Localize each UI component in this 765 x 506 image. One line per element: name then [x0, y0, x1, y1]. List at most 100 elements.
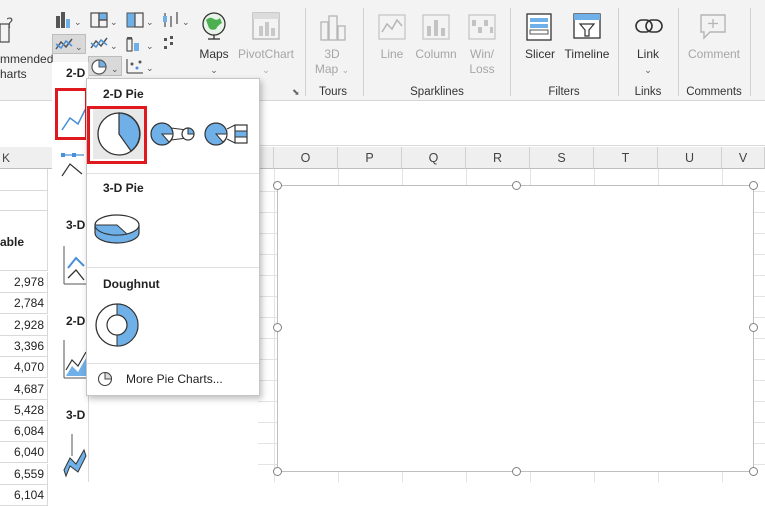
recommended-charts-icon[interactable]: ?	[0, 14, 14, 44]
timeline-icon[interactable]	[572, 12, 602, 42]
resize-handle-middle-left[interactable]	[273, 323, 282, 332]
2d-area-icon[interactable]	[60, 334, 88, 384]
3d-map-label-text: Map	[314, 62, 339, 76]
slicer-icon[interactable]	[525, 12, 553, 42]
3d-area-icon[interactable]	[60, 430, 88, 482]
group-label-tours: Tours	[318, 86, 348, 98]
dropdown-separator	[87, 173, 259, 174]
column-header-v[interactable]: V	[722, 147, 765, 169]
column-header-u[interactable]: U	[658, 147, 722, 169]
value-cell[interactable]: 3,396	[0, 335, 48, 357]
value-cell[interactable]: 6,104	[0, 485, 48, 506]
pie-small-icon	[97, 371, 113, 387]
sparkline-winloss-label-line2[interactable]: Loss	[462, 62, 502, 77]
comment-label[interactable]: Comment	[682, 47, 746, 62]
formula-bar[interactable]	[258, 117, 765, 146]
gallery-section-2d-area: 2-D	[66, 314, 86, 328]
column-header-o[interactable]: O	[274, 147, 338, 169]
statistic-chart-button[interactable]: ⌄	[88, 34, 122, 54]
maps-label[interactable]: Maps	[196, 47, 232, 62]
group-label-filters: Filters	[548, 86, 580, 98]
svg-text:⌄: ⌄	[182, 17, 190, 27]
pie-of-pie-option[interactable]	[149, 121, 197, 147]
column-header-n-partial[interactable]	[258, 147, 274, 169]
3d-pie-option[interactable]	[93, 207, 141, 247]
charts-dialog-launcher-icon[interactable]: ⬊	[292, 87, 300, 98]
pivotchart-chevron: ⌄	[262, 65, 270, 75]
cell-k1[interactable]	[0, 169, 48, 191]
value-cell[interactable]: 2,978	[0, 272, 48, 293]
pivotchart-label[interactable]: PivotChart	[234, 47, 298, 62]
more-pie-charts-label: More Pie Charts...	[126, 372, 223, 386]
charts-label[interactable]: harts	[0, 67, 50, 82]
value-cell[interactable]: 6,040	[0, 442, 48, 464]
3d-map-icon[interactable]	[318, 12, 348, 42]
line-with-markers-icon[interactable]	[60, 150, 86, 180]
value-cell[interactable]: 2,928	[0, 314, 48, 336]
section-2d-pie: 2-D Pie	[103, 87, 144, 101]
sparkline-column-label[interactable]: Column	[412, 47, 460, 62]
sparkline-column-icon[interactable]	[422, 14, 450, 40]
value-cell[interactable]: 4,070	[0, 357, 48, 379]
ribbon-separator	[750, 8, 751, 96]
ribbon-separator	[305, 8, 306, 96]
combo-chart-button[interactable]: ⌄	[124, 34, 158, 54]
sparkline-line-label[interactable]: Line	[372, 47, 412, 62]
svg-text:⌄: ⌄	[146, 17, 154, 27]
left-highlight-box	[55, 88, 88, 140]
waterfall-chart-button[interactable]: ⌄	[124, 10, 158, 30]
3d-map-label-line1[interactable]: 3D	[312, 47, 352, 62]
column-header-k[interactable]: K	[0, 147, 52, 169]
svg-text:⌄: ⌄	[110, 17, 118, 27]
chart-placeholder[interactable]	[277, 185, 754, 472]
resize-handle-middle-right[interactable]	[749, 323, 758, 332]
3d-line-icon[interactable]	[60, 238, 88, 288]
more-pie-charts-link[interactable]: More Pie Charts...	[97, 369, 257, 389]
gallery-section-3d-area: 3-D	[66, 408, 86, 422]
bar-of-pie-option[interactable]	[203, 121, 253, 147]
link-label[interactable]: Link	[628, 47, 668, 62]
resize-handle-bottom-left[interactable]	[273, 467, 282, 476]
cell-k-header[interactable]: able	[0, 211, 48, 271]
line-chart-button[interactable]: ⌄	[52, 34, 86, 54]
resize-handle-top-right[interactable]	[749, 181, 758, 190]
resize-handle-bottom-center[interactable]	[512, 467, 521, 476]
formula-bar-area	[0, 117, 52, 143]
timeline-label[interactable]: Timeline	[560, 47, 614, 62]
link-icon[interactable]	[634, 14, 664, 38]
sparkline-winloss-label-line1[interactable]: Win/	[462, 47, 502, 62]
pie-chart-button[interactable]: ⌄	[88, 56, 122, 76]
scatter-chart-button[interactable]: ⌄	[124, 56, 158, 76]
resize-handle-bottom-right[interactable]	[749, 467, 758, 476]
cell-k2[interactable]	[0, 191, 48, 211]
svg-text:⌄: ⌄	[111, 64, 119, 74]
group-label-sparklines: Sparklines	[410, 86, 464, 98]
sparkline-winloss-icon[interactable]	[468, 14, 496, 40]
column-header-q[interactable]: Q	[402, 147, 466, 169]
column-header-r[interactable]: R	[466, 147, 530, 169]
pivotchart-icon[interactable]	[252, 12, 280, 40]
doughnut-option[interactable]	[93, 301, 141, 349]
value-cell[interactable]: 6,084	[0, 421, 48, 443]
resize-handle-top-center[interactable]	[512, 181, 521, 190]
column-chart-button[interactable]: ⌄	[52, 10, 86, 30]
slicer-label[interactable]: Slicer	[520, 47, 560, 62]
value-cell[interactable]: 4,687	[0, 378, 48, 400]
stock-chart-button[interactable]: ⌄	[160, 10, 194, 30]
maps-chevron: ⌄	[210, 65, 218, 75]
comment-icon[interactable]	[698, 12, 728, 40]
section-3d-pie: 3-D Pie	[103, 181, 144, 195]
3d-map-label-line2[interactable]: Map ⌄	[312, 62, 352, 78]
surface-chart-button[interactable]	[160, 34, 194, 54]
resize-handle-top-left[interactable]	[273, 181, 282, 190]
column-header-s[interactable]: S	[530, 147, 594, 169]
svg-text:⌄: ⌄	[146, 63, 154, 73]
maps-icon[interactable]	[200, 11, 228, 41]
value-cell[interactable]: 2,784	[0, 293, 48, 315]
recommended-charts-label[interactable]: mmended	[0, 52, 53, 67]
sparkline-line-icon[interactable]	[378, 14, 406, 40]
value-cell[interactable]: 5,428	[0, 399, 48, 421]
column-header-p[interactable]: P	[338, 147, 402, 169]
column-header-t[interactable]: T	[594, 147, 658, 169]
hierarchy-chart-button[interactable]: ⌄	[88, 10, 122, 30]
